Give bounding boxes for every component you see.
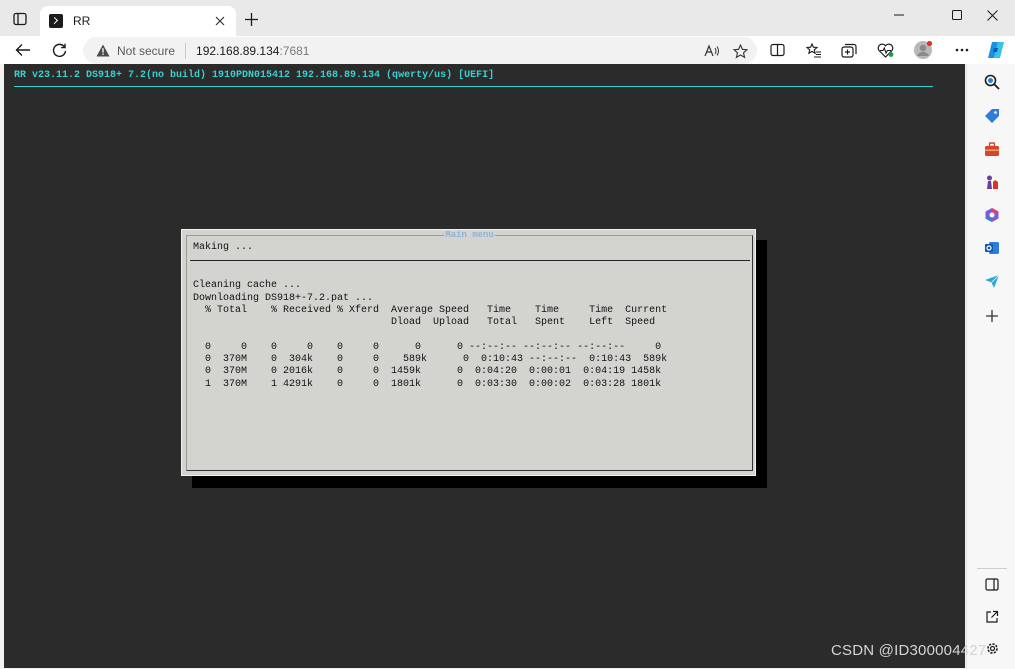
tab-rr[interactable]: RR bbox=[40, 6, 236, 36]
terminal-icon bbox=[49, 14, 63, 28]
sidebar-divider bbox=[977, 568, 1007, 569]
back-button[interactable] bbox=[10, 38, 36, 62]
heart-pulse-icon bbox=[877, 43, 893, 58]
settings-more-button[interactable] bbox=[951, 39, 973, 61]
toolbox-icon bbox=[985, 141, 999, 156]
read-aloud-button[interactable] bbox=[701, 40, 723, 62]
refresh-icon bbox=[52, 43, 66, 57]
sidebar-hide-button[interactable] bbox=[982, 574, 1002, 594]
curl-progress-row: 0 370M 0 2016k 0 0 1459k 0 0:04:20 0:00:… bbox=[193, 366, 662, 378]
copilot-button[interactable] bbox=[985, 39, 1007, 61]
profile-button[interactable] bbox=[912, 39, 934, 61]
microsoft365-icon bbox=[985, 208, 999, 222]
tab-close-button[interactable] bbox=[210, 11, 230, 31]
avatar-icon bbox=[914, 40, 933, 59]
sidebar-tools-button[interactable] bbox=[982, 139, 1002, 159]
sidebar-panel-icon bbox=[985, 577, 999, 591]
log-line: Downloading DS918+-7.2.pat ... bbox=[193, 292, 374, 304]
close-icon bbox=[215, 16, 225, 26]
curl-header-line: Dload Upload Total Spent Left Speed bbox=[193, 317, 656, 329]
collections-button[interactable] bbox=[838, 39, 860, 61]
url-port: :7681 bbox=[279, 43, 310, 58]
warning-icon[interactable] bbox=[96, 44, 110, 58]
dialog-title-text: Main menu bbox=[444, 230, 495, 240]
address-bar[interactable]: Not secure 192.168.89.134 :7681 bbox=[83, 37, 757, 64]
external-link-icon bbox=[986, 610, 999, 623]
console-divider bbox=[14, 86, 933, 87]
address-divider bbox=[185, 42, 187, 59]
star-icon bbox=[732, 43, 748, 59]
refresh-button[interactable] bbox=[46, 38, 72, 62]
sidebar-send-button[interactable] bbox=[982, 271, 1002, 291]
dialog-subtitle: Making ... bbox=[193, 242, 254, 253]
search-icon bbox=[984, 74, 1000, 90]
split-screen-button[interactable] bbox=[766, 39, 788, 61]
paper-plane-icon bbox=[985, 274, 1000, 288]
curl-progress-row: 0 0 0 0 0 0 0 0 --:--:-- --:--:-- --:--:… bbox=[193, 341, 662, 353]
url-host: 192.168.89.134 bbox=[196, 43, 280, 58]
minimize-button[interactable] bbox=[876, 0, 922, 30]
split-screen-icon bbox=[769, 43, 785, 57]
curl-header-line: % Total % Received % Xferd Average Speed… bbox=[193, 304, 668, 316]
tab-actions-button[interactable] bbox=[8, 8, 32, 30]
dialog-divider bbox=[190, 260, 750, 261]
sidebar-outlook-button[interactable] bbox=[982, 238, 1002, 258]
sidebar-add-button[interactable] bbox=[982, 306, 1002, 326]
favorite-star-button[interactable] bbox=[729, 40, 751, 62]
curl-progress-row: 0 370M 0 304k 0 0 589k 0 0:10:43 --:--:-… bbox=[193, 354, 668, 366]
copilot-icon bbox=[988, 42, 1004, 58]
dialog-log: Cleaning cache ... Downloading DS918+-7.2… bbox=[193, 268, 749, 416]
plus-icon bbox=[986, 310, 998, 322]
more-dots-icon bbox=[955, 48, 969, 52]
gear-icon bbox=[986, 642, 998, 654]
edge-sidebar bbox=[966, 64, 1015, 669]
maximize-icon bbox=[952, 10, 962, 20]
favorites-button[interactable] bbox=[803, 39, 825, 61]
terminal-page[interactable]: RR v23.11.2 DS918+ 7.2(no build) 1910PDN… bbox=[4, 64, 965, 668]
tab-strip: RR bbox=[0, 0, 1015, 36]
main-menu-dialog: Main menu Making ... Cleaning cache ... D… bbox=[181, 229, 756, 476]
sidebar-microsoft365-button[interactable] bbox=[982, 205, 1002, 225]
close-icon bbox=[986, 9, 998, 21]
sidebar-games-button[interactable] bbox=[982, 172, 1002, 192]
sidebar-open-external-button[interactable] bbox=[982, 607, 1002, 627]
security-label[interactable]: Not secure bbox=[117, 44, 175, 58]
curl-progress-row: 1 370M 1 4291k 0 0 1801k 0 0:03:30 0:00:… bbox=[193, 378, 662, 390]
outlook-icon bbox=[985, 242, 999, 254]
shopping-tag-icon bbox=[985, 109, 999, 123]
log-line: Cleaning cache ... bbox=[193, 280, 302, 292]
back-arrow-icon bbox=[15, 44, 30, 56]
tab-title: RR bbox=[73, 14, 91, 28]
browser-toolbar: Not secure 192.168.89.134 :7681 bbox=[0, 36, 1015, 64]
favorites-list-icon bbox=[806, 42, 821, 58]
console-header: RR v23.11.2 DS918+ 7.2(no build) 1910PDN… bbox=[14, 70, 495, 81]
new-tab-button[interactable] bbox=[240, 8, 262, 30]
minimize-icon bbox=[894, 14, 904, 16]
tab-actions-icon bbox=[13, 12, 27, 26]
plus-icon bbox=[244, 12, 258, 26]
sidebar-search-button[interactable] bbox=[982, 72, 1002, 92]
dialog-frame: Main menu Making ... Cleaning cache ... D… bbox=[186, 230, 753, 471]
close-window-button[interactable] bbox=[969, 0, 1015, 30]
browser-essentials-button[interactable] bbox=[874, 39, 896, 61]
collections-icon bbox=[841, 43, 857, 58]
chess-piece-icon bbox=[987, 175, 998, 189]
watermark: CSDN @ID300004427 bbox=[831, 642, 987, 659]
read-aloud-icon bbox=[704, 44, 719, 57]
dialog-title: Main menu bbox=[187, 230, 752, 240]
sidebar-shopping-button[interactable] bbox=[982, 106, 1002, 126]
